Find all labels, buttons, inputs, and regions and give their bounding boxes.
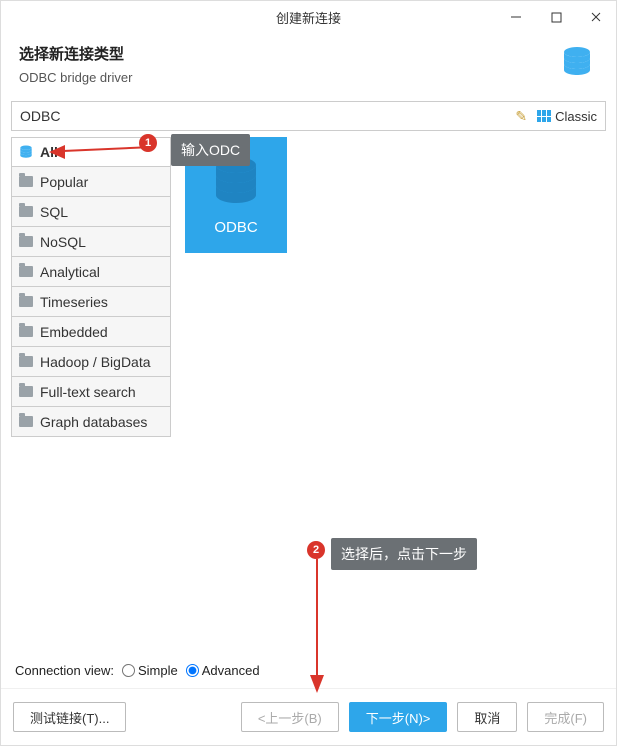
annotation-badge-1: 1	[139, 134, 157, 152]
folder-icon	[18, 294, 34, 310]
close-button[interactable]	[576, 1, 616, 33]
dialog-header: 选择新连接类型 ODBC bridge driver	[1, 33, 616, 91]
folder-icon	[18, 264, 34, 280]
advanced-label: Advanced	[202, 663, 260, 678]
finish-button[interactable]: 完成(F)	[527, 702, 604, 732]
window-controls	[496, 1, 616, 33]
annotation-callout-1: 输入ODC	[171, 134, 250, 166]
sidebar-item-popular[interactable]: Popular	[11, 167, 171, 197]
maximize-icon	[551, 12, 562, 23]
minimize-button[interactable]	[496, 1, 536, 33]
simple-label: Simple	[138, 663, 178, 678]
connection-view-advanced[interactable]: Advanced	[186, 663, 260, 678]
sidebar-item-label: Embedded	[40, 324, 108, 340]
category-sidebar: All Popular SQL NoSQL Analytical Timeseries Em…	[11, 137, 171, 655]
connection-view-simple[interactable]: Simple	[122, 663, 178, 678]
header-subheading: ODBC bridge driver	[19, 70, 132, 85]
annotation-badge-2: 2	[307, 541, 325, 559]
search-bar: ✎ Classic	[11, 101, 606, 131]
folder-icon	[18, 414, 34, 430]
sidebar-item-analytical[interactable]: Analytical	[11, 257, 171, 287]
window-title: 创建新连接	[276, 8, 341, 27]
next-button[interactable]: 下一步(N)>	[349, 702, 448, 732]
sidebar-item-sql[interactable]: SQL	[11, 197, 171, 227]
sidebar-item-label: Popular	[40, 174, 88, 190]
dialog-footer: 测试链接(T)... <上一步(B) 下一步(N)> 取消 完成(F)	[1, 689, 616, 745]
maximize-button[interactable]	[536, 1, 576, 33]
driver-tile-label: ODBC	[214, 219, 257, 236]
back-button[interactable]: <上一步(B)	[241, 702, 339, 732]
grid-icon	[537, 110, 551, 122]
sidebar-item-graph-databases[interactable]: Graph databases	[11, 407, 171, 437]
sidebar-item-label: Analytical	[40, 264, 100, 280]
folder-icon	[18, 324, 34, 340]
header-text: 选择新连接类型 ODBC bridge driver	[19, 43, 132, 85]
test-connection-button[interactable]: 测试链接(T)...	[13, 702, 126, 732]
folder-icon	[18, 354, 34, 370]
edit-icon[interactable]: ✎	[515, 108, 527, 125]
dialog-window: 创建新连接 选择新连接类型 ODBC bridge driver	[0, 0, 617, 746]
sidebar-item-label: NoSQL	[40, 234, 86, 250]
advanced-radio[interactable]	[186, 664, 199, 677]
folder-icon	[18, 174, 34, 190]
header-db-icon	[562, 46, 592, 83]
titlebar: 创建新连接	[1, 1, 616, 33]
sidebar-item-label: Hadoop / BigData	[40, 354, 151, 370]
simple-radio[interactable]	[122, 664, 135, 677]
close-icon	[590, 11, 602, 23]
folder-icon	[18, 384, 34, 400]
database-icon	[562, 46, 592, 78]
sidebar-item-hadoop-bigdata[interactable]: Hadoop / BigData	[11, 347, 171, 377]
sidebar-item-embedded[interactable]: Embedded	[11, 317, 171, 347]
header-heading: 选择新连接类型	[19, 43, 132, 64]
sidebar-item-label: Timeseries	[40, 294, 108, 310]
sidebar-item-nosql[interactable]: NoSQL	[11, 227, 171, 257]
folder-icon	[18, 204, 34, 220]
sidebar-item-label: All	[40, 144, 58, 160]
connection-view-label: Connection view:	[15, 663, 114, 678]
sidebar-item-timeseries[interactable]: Timeseries	[11, 287, 171, 317]
connection-view-row: Connection view: Simple Advanced	[1, 655, 616, 689]
annotation-callout-2: 选择后，点击下一步	[331, 538, 477, 570]
sidebar-item-full-text-search[interactable]: Full-text search	[11, 377, 171, 407]
dialog-body: All Popular SQL NoSQL Analytical Timeseries Em…	[11, 137, 606, 655]
minimize-icon	[510, 11, 522, 23]
database-stack-icon	[18, 144, 34, 160]
sidebar-item-label: Graph databases	[40, 414, 147, 430]
driver-search-input[interactable]	[20, 108, 515, 124]
classic-label: Classic	[555, 109, 597, 124]
cancel-button[interactable]: 取消	[457, 702, 517, 732]
driver-grid: ODBC	[171, 137, 606, 655]
sidebar-item-label: SQL	[40, 204, 68, 220]
folder-icon	[18, 234, 34, 250]
sidebar-item-label: Full-text search	[40, 384, 136, 400]
classic-view-toggle[interactable]: Classic	[537, 109, 597, 124]
